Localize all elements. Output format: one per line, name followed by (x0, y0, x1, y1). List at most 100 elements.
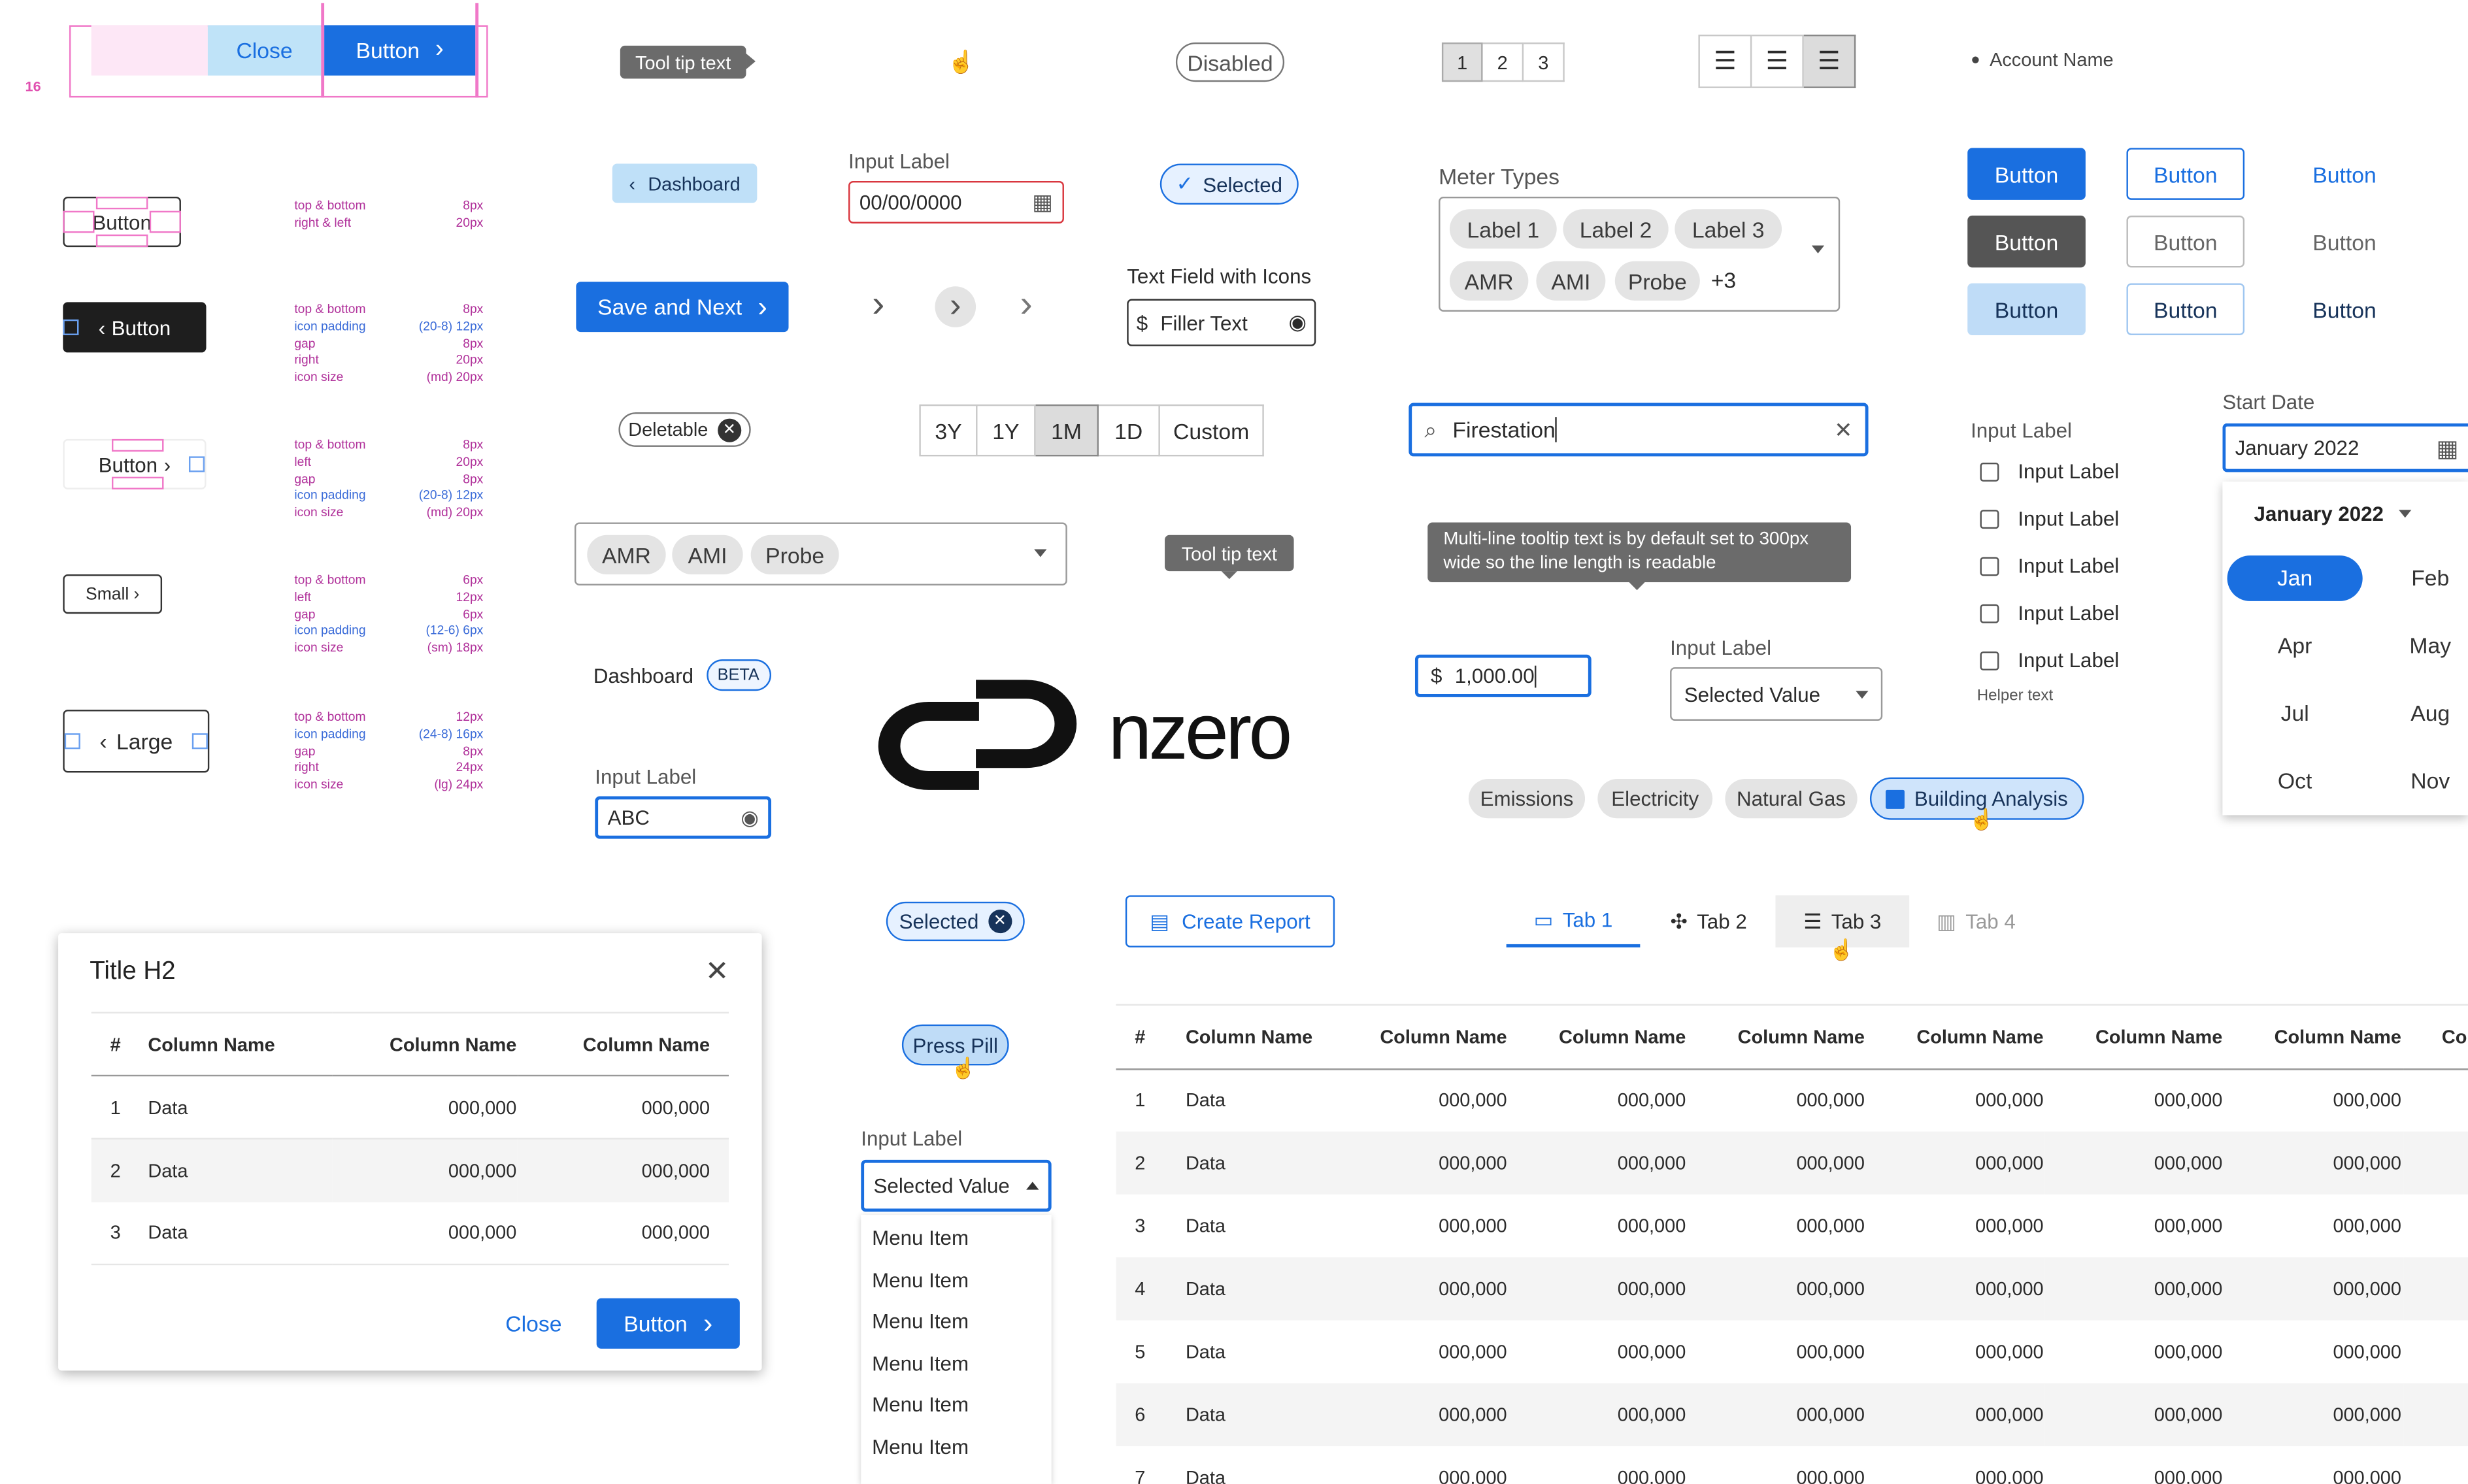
meter-chip[interactable]: Label 1 (1449, 209, 1557, 249)
tab-4[interactable]: ▥ Tab 4 (1916, 895, 2037, 947)
chevron-right-icon[interactable]: › (1020, 283, 1033, 327)
meter-chip[interactable]: AMI (1536, 261, 1606, 301)
chevron-right-icon[interactable]: › (872, 283, 884, 327)
start-date-input[interactable]: January 2022 ▦ (2222, 423, 2468, 472)
date-input[interactable]: 00/00/0000 ▦ (848, 180, 1064, 223)
meter-chip[interactable]: Label 3 (1675, 209, 1782, 249)
button-primary-hover[interactable]: Button (1967, 215, 2086, 268)
modal-primary-button[interactable]: Button › (596, 1298, 740, 1349)
range-3y[interactable]: 3Y (919, 404, 978, 457)
meter-chip[interactable]: Label 2 (1563, 209, 1669, 249)
menu-item[interactable]: Menu Item (872, 1310, 969, 1333)
filter-label: Emissions (1480, 787, 1574, 811)
deletable-chip[interactable]: Deletable ✕ (618, 412, 751, 447)
eye-icon[interactable]: ◉ (1288, 310, 1306, 335)
align-justify-icon[interactable]: ☰ (1803, 34, 1856, 88)
filter-chip[interactable]: Natural Gas (1725, 779, 1858, 819)
spec-button-1[interactable]: Button (63, 197, 181, 248)
checkbox-item[interactable]: Input Label (1980, 554, 2119, 578)
caret-down-icon[interactable] (1811, 245, 1825, 254)
checkbox[interactable] (1980, 603, 1999, 623)
button-tertiary-disabled[interactable]: Button (2286, 216, 2404, 267)
range-1d[interactable]: 1D (1098, 404, 1160, 457)
close-icon[interactable]: ✕ (1834, 416, 1852, 443)
range-1y[interactable]: 1Y (977, 404, 1036, 457)
checkbox-item[interactable]: Input Label (1980, 459, 2119, 483)
text-field-icons[interactable]: $ Filler Text ◉ (1127, 299, 1316, 346)
menu-item[interactable]: Menu Item (872, 1435, 969, 1459)
selected-chip-deletable[interactable]: Selected ✕ (886, 901, 1025, 942)
multiselect-input[interactable]: AMR AMI Probe (574, 522, 1067, 585)
align-left-icon[interactable]: ☰ (1698, 34, 1752, 88)
month-jan[interactable]: Jan (2227, 555, 2363, 601)
dropdown-select[interactable]: Selected Value (861, 1159, 1052, 1212)
multiselect-chip[interactable]: Probe (750, 535, 839, 574)
menu-item[interactable]: Menu Item (872, 1352, 969, 1376)
filter-chip[interactable]: Electricity (1597, 779, 1713, 819)
checkbox[interactable] (1980, 461, 1999, 481)
button-secondary[interactable]: Button (2126, 148, 2245, 200)
button-secondary-disabled[interactable]: Button (2126, 215, 2245, 268)
month-may[interactable]: May (2380, 623, 2468, 669)
month-jul[interactable]: Jul (2227, 691, 2363, 736)
multiselect-chip[interactable]: AMR (587, 535, 666, 574)
button-secondary-pressed[interactable]: Button (2126, 283, 2245, 335)
modal-close-button[interactable]: Close (488, 1298, 580, 1349)
menu-item[interactable]: Menu Item (872, 1393, 969, 1416)
create-report-button[interactable]: ▤ Create Report (1125, 895, 1335, 948)
meter-chip[interactable]: Probe (1614, 261, 1700, 301)
month-nov[interactable]: Nov (2380, 759, 2468, 804)
button-primary[interactable]: Button (1967, 148, 2086, 200)
checkbox-item[interactable]: Input Label (1980, 601, 2119, 625)
filter-chip[interactable]: Emissions (1468, 779, 1586, 819)
multiselect-chip[interactable]: AMI (672, 535, 743, 574)
checkbox[interactable] (1980, 556, 1999, 576)
align-center-icon[interactable]: ☰ (1752, 34, 1804, 88)
tab-2[interactable]: ✣ Tab 2 (1648, 895, 1769, 947)
page-1[interactable]: 1 (1441, 42, 1483, 82)
page-3[interactable]: 3 (1524, 42, 1565, 82)
month-oct[interactable]: Oct (2227, 759, 2363, 804)
currency-input[interactable]: $ 1,000.00 (1414, 654, 1592, 697)
chevron-right-circle-icon[interactable]: › (935, 286, 976, 327)
calendar-icon[interactable]: ▦ (2436, 433, 2458, 462)
spec-button-3[interactable]: Button › (63, 438, 207, 489)
meter-types-multiselect[interactable]: Label 1 Label 2 Label 3 AMR AMI Probe +3 (1439, 197, 1841, 312)
password-input[interactable]: ABC ◉ (595, 796, 772, 839)
checkbox[interactable] (1980, 650, 1999, 670)
account-menu[interactable]: ● Account Name (1971, 49, 2114, 71)
calendar-icon[interactable]: ▦ (1032, 189, 1053, 216)
checkbox-item[interactable]: Input Label (1980, 506, 2119, 531)
button-primary-light[interactable]: Button (1967, 283, 2086, 335)
button-tertiary-pressed[interactable]: Button (2286, 283, 2404, 335)
save-and-next-button[interactable]: Save and Next › (576, 282, 789, 333)
month-apr[interactable]: Apr (2227, 623, 2363, 669)
caret-down-icon[interactable] (1034, 549, 1047, 557)
close-circle-icon[interactable]: ✕ (717, 418, 741, 442)
spec-button-2[interactable]: ‹ Button (63, 302, 207, 353)
page-2[interactable]: 2 (1482, 42, 1524, 82)
range-1m[interactable]: 1M (1035, 404, 1099, 457)
search-input[interactable]: ⌕ Firestation ✕ (1409, 403, 1869, 457)
button-tertiary[interactable]: Button (2286, 148, 2404, 199)
close-icon[interactable]: ✕ (705, 955, 729, 989)
menu-item[interactable]: Menu Item (872, 1226, 969, 1249)
select-small[interactable]: Selected Value (1670, 667, 1883, 721)
close-circle-icon[interactable]: ✕ (988, 909, 1012, 934)
month-year-select[interactable]: January 2022 (2254, 502, 2412, 525)
close-button[interactable]: Close (207, 25, 322, 76)
primary-button[interactable]: Button › (324, 25, 476, 76)
month-feb[interactable]: Feb (2380, 555, 2468, 601)
spec-button-large[interactable]: ‹ Large (63, 710, 210, 773)
dashboard-back-button[interactable]: ‹ Dashboard (612, 163, 758, 203)
checkbox-item[interactable]: Input Label (1980, 648, 2119, 672)
spec-button-small[interactable]: Small › (63, 574, 163, 614)
range-custom[interactable]: Custom (1159, 404, 1264, 457)
tab-1[interactable]: ▭ Tab 1 (1506, 895, 1641, 948)
checkbox[interactable] (1980, 509, 1999, 528)
eye-icon[interactable]: ◉ (741, 805, 758, 831)
meter-chip[interactable]: AMR (1449, 261, 1529, 301)
month-aug[interactable]: Aug (2380, 691, 2468, 736)
menu-item[interactable]: Menu Item (872, 1268, 969, 1292)
selected-chip[interactable]: ✓ Selected (1159, 163, 1299, 205)
